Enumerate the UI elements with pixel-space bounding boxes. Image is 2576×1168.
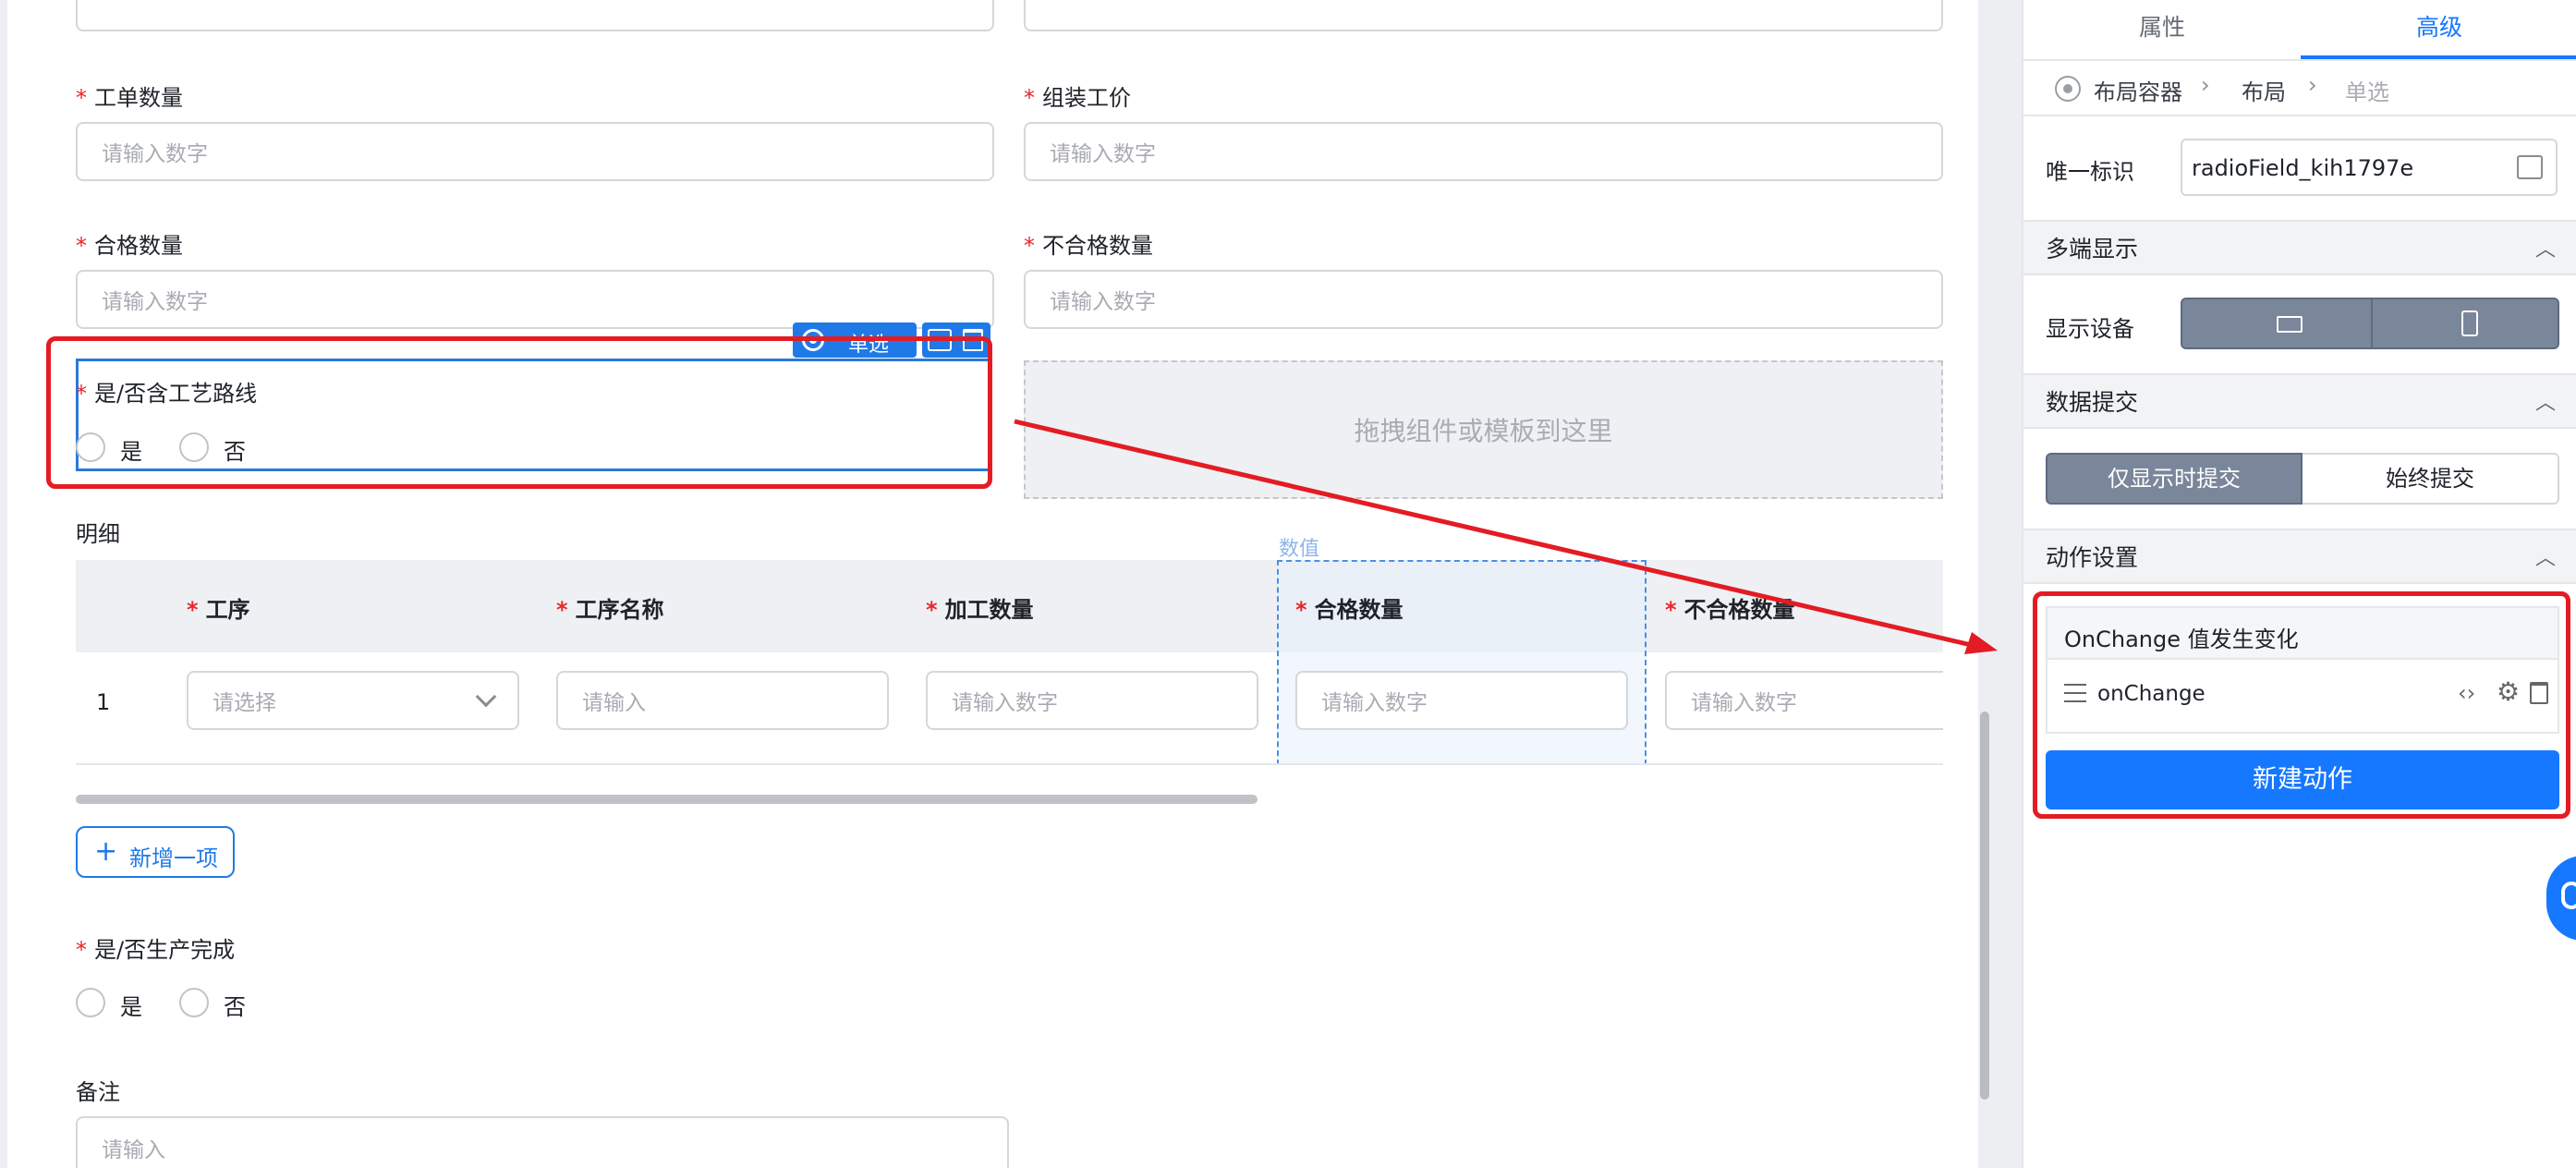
radio2-yes[interactable]: [76, 988, 105, 1017]
annotation-highlight-radio: [46, 336, 992, 489]
row-index: 1: [96, 689, 111, 715]
section-action-settings[interactable]: 动作设置 ︿: [2023, 529, 2576, 584]
tab-advanced[interactable]: 高级: [2301, 0, 2576, 59]
mobile-icon[interactable]: [2461, 310, 2478, 336]
processing-qty-input[interactable]: 请输入数字: [926, 671, 1258, 730]
submit-always-option[interactable]: 始终提交: [2303, 453, 2559, 505]
th-processing-qty: * 加工数量: [926, 597, 1034, 623]
chevron-down-icon: [475, 686, 497, 708]
chevron-right-icon: ›: [2308, 72, 2317, 98]
chevron-up-icon: ︿: [2534, 547, 2556, 570]
breadcrumb-item-container[interactable]: 布局容器: [2094, 74, 2182, 106]
settings-panel: 属性 高级 布局容器 › 布局 › 单选 唯一标识 radioField_kih…: [2022, 0, 2576, 1168]
plus-icon: +: [94, 835, 118, 868]
radio2-yes-label: 是: [120, 994, 142, 1020]
radio2-no[interactable]: [179, 988, 209, 1017]
copy-icon[interactable]: [2517, 155, 2543, 179]
uid-input[interactable]: radioField_kih1797e: [2181, 139, 2558, 196]
row-divider: [76, 763, 1943, 765]
order-qty-input[interactable]: 请输入数字: [76, 122, 994, 181]
detail-section-title: 明细: [76, 521, 120, 547]
annotation-highlight-actions: [2033, 591, 2570, 819]
field-label-production-done: * 是/否生产完成: [76, 937, 236, 963]
table-horizontal-scrollbar[interactable]: [76, 795, 1258, 804]
add-item-button[interactable]: + 新增一项: [76, 826, 235, 878]
tab-properties[interactable]: 属性: [2023, 0, 2301, 59]
drop-zone[interactable]: 拖拽组件或模板到这里: [1024, 360, 1943, 499]
divider: [2023, 115, 2576, 116]
chevron-up-icon: ︿: [2534, 392, 2556, 415]
process-select[interactable]: 请选择: [187, 671, 519, 730]
breadcrumb-item-current: 单选: [2345, 79, 2389, 105]
tab-divider: [2023, 59, 2576, 61]
device-toggle-group: [2181, 298, 2559, 349]
chevron-right-icon: ›: [2201, 72, 2210, 98]
field-label-assembly-price: * 组装工价: [1024, 85, 1131, 111]
canvas-scrollbar-thumb[interactable]: [1980, 712, 1989, 1100]
unqualified-qty-cell-input[interactable]: 请输入数字: [1665, 671, 1943, 730]
unqualified-qty-input[interactable]: 请输入数字: [1024, 270, 1943, 329]
qualified-qty-cell-input[interactable]: 请输入数字: [1295, 671, 1628, 730]
radio-component-icon: [2055, 76, 2081, 102]
partial-input-top-left[interactable]: [76, 0, 994, 31]
th-unqualified-qty: * 不合格数量: [1665, 597, 1795, 623]
section-multi-device[interactable]: 多端显示 ︿: [2023, 220, 2576, 275]
field-label-remark: 备注: [76, 1079, 120, 1105]
chevron-up-icon: ︿: [2534, 238, 2556, 262]
device-label: 显示设备: [2046, 316, 2134, 342]
field-label-qualified-qty: * 合格数量: [76, 233, 183, 259]
add-item-label: 新增一项: [129, 846, 218, 871]
qualified-qty-input[interactable]: 请输入数字: [76, 270, 994, 329]
laptop-icon[interactable]: [2277, 316, 2303, 333]
partial-input-top-right[interactable]: [1024, 0, 1943, 31]
breadcrumb-item-layout[interactable]: 布局: [2242, 74, 2286, 106]
field-label-unqualified-qty: * 不合格数量: [1024, 233, 1153, 259]
uid-value: radioField_kih1797e: [2192, 155, 2414, 181]
radio2-no-label: 否: [224, 994, 246, 1020]
submit-when-visible-option[interactable]: 仅显示时提交: [2046, 453, 2303, 505]
help-icon: [2561, 882, 2576, 909]
remark-input[interactable]: 请输入: [76, 1116, 1009, 1168]
th-process: * 工序: [187, 597, 250, 623]
th-process-name: * 工序名称: [556, 597, 664, 623]
assembly-price-input[interactable]: 请输入数字: [1024, 122, 1943, 181]
process-name-input[interactable]: 请输入: [556, 671, 889, 730]
field-label-order-qty: * 工单数量: [76, 85, 183, 111]
column-hover-tag: 数值: [1279, 538, 1320, 561]
uid-label: 唯一标识: [2046, 159, 2134, 185]
th-qualified-qty: * 合格数量: [1295, 597, 1403, 623]
section-data-submit[interactable]: 数据提交 ︿: [2023, 373, 2576, 429]
